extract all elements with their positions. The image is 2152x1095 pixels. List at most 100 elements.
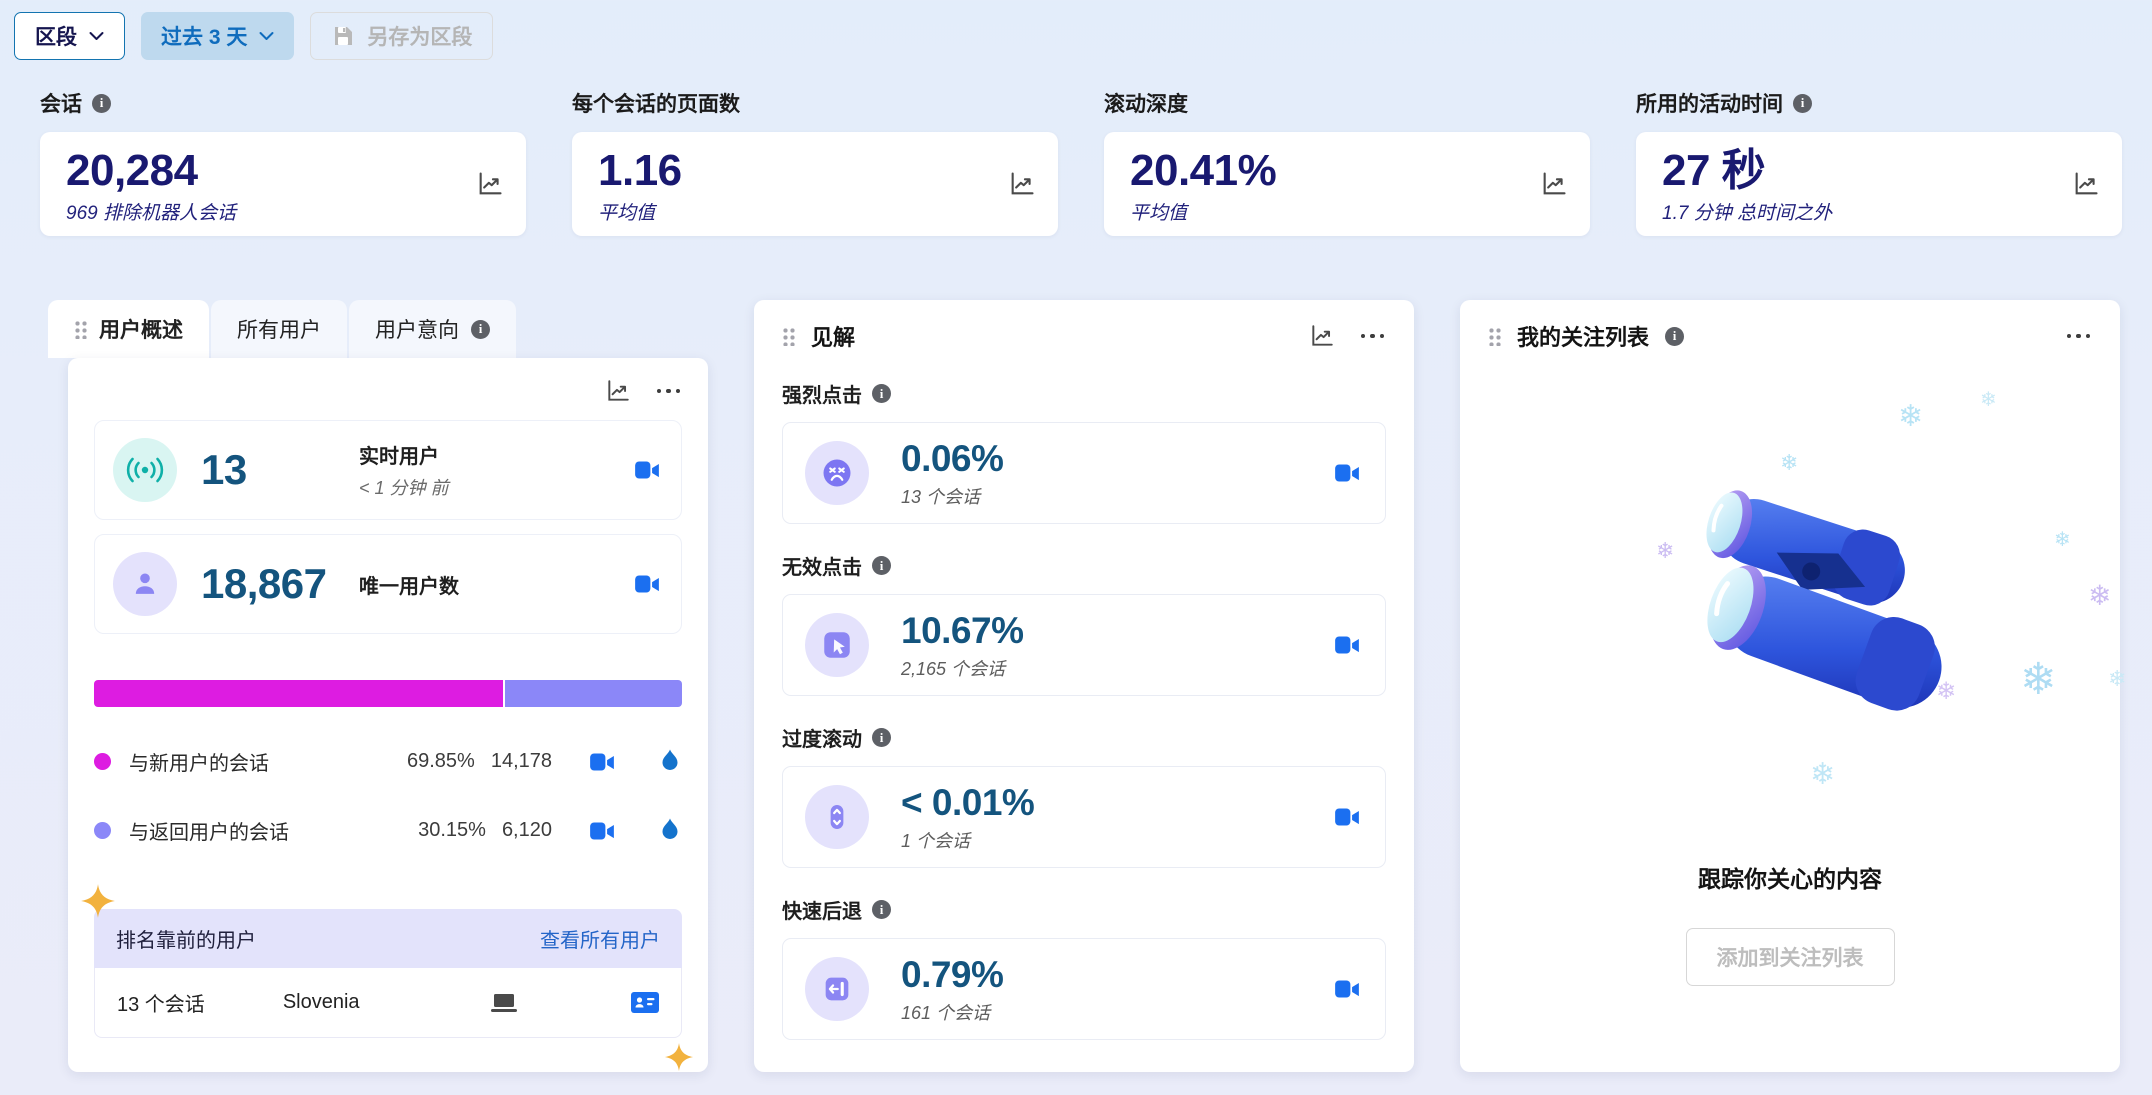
tab-all-users-label: 所有用户 (237, 314, 321, 344)
more-options-icon[interactable] (1359, 328, 1387, 345)
rage-clicks-box: 0.06% 13 个会话 (782, 422, 1386, 524)
heatmap-flame-icon[interactable] (658, 817, 682, 845)
dead-clicks-box: 10.67% 2,165 个会话 (782, 594, 1386, 696)
quick-backs-label: 快速后退 (782, 895, 862, 924)
legend-returning-users: 与返回用户的会话 30.15% 6,120 (94, 816, 682, 845)
info-icon[interactable] (872, 384, 891, 403)
metric-scroll-depth: 滚动深度 20.41% 平均值 (1104, 88, 1590, 236)
sparkle-icon (80, 883, 116, 919)
metric-pages-label: 每个会话的页面数 (572, 88, 740, 118)
top-users-section: 排名靠前的用户 查看所有用户 13 个会话 Slovenia (94, 909, 682, 1038)
contact-card-icon[interactable] (631, 992, 659, 1013)
metric-scroll-value: 20.41% (1130, 147, 1564, 195)
trend-chart-icon[interactable] (1540, 170, 1568, 198)
tab-user-overview[interactable]: 用户概述 (48, 300, 209, 358)
video-recordings-icon[interactable] (586, 749, 618, 775)
metric-scroll-subtitle: 平均值 (1130, 198, 1564, 225)
segment-dropdown-button[interactable]: 区段 (14, 12, 125, 60)
person-icon (113, 552, 177, 616)
watchlist-heading: 跟踪你关心的内容 (1488, 860, 2092, 894)
watchlist-title: 我的关注列表 (1517, 320, 1649, 352)
video-recordings-icon[interactable] (586, 818, 618, 844)
save-icon (331, 24, 355, 48)
live-users-label: 实时用户 (359, 440, 449, 469)
metric-scroll-label: 滚动深度 (1104, 88, 1188, 118)
tab-user-intent-label: 用户意向 (375, 314, 459, 344)
video-recordings-icon[interactable] (1331, 632, 1363, 658)
trend-chart-icon[interactable] (1008, 170, 1036, 198)
trend-chart-icon[interactable] (605, 378, 631, 404)
rage-clicks-label: 强烈点击 (782, 379, 862, 408)
excessive-scrolling-sessions: 1 个会话 (901, 827, 1034, 853)
save-as-segment-button[interactable]: 另存为区段 (310, 12, 493, 60)
more-options-icon[interactable] (655, 383, 683, 400)
toolbar: 区段 过去 3 天 另存为区段 (14, 12, 2152, 60)
dead-clicks-label: 无效点击 (782, 551, 862, 580)
sparkle-icon (664, 1042, 694, 1072)
info-icon[interactable] (92, 94, 111, 113)
video-recordings-icon[interactable] (631, 457, 663, 483)
trend-chart-icon[interactable] (2072, 170, 2100, 198)
date-range-dropdown-button[interactable]: 过去 3 天 (141, 12, 294, 60)
live-users-count: 13 (201, 446, 359, 494)
metric-sessions-value: 20,284 (66, 147, 500, 195)
users-panel: 用户概述 所有用户 用户意向 13 (48, 300, 708, 1072)
drag-handle-icon[interactable] (782, 327, 795, 346)
returning-users-bar-segment (505, 680, 682, 707)
snowflake-icon: ❄ (1810, 760, 1835, 790)
info-icon[interactable] (1665, 327, 1684, 346)
quick-backs-box: 0.79% 161 个会话 (782, 938, 1386, 1040)
video-recordings-icon[interactable] (631, 571, 663, 597)
save-as-segment-label: 另存为区段 (367, 21, 472, 51)
info-icon[interactable] (1793, 94, 1812, 113)
legend-new-users-label: 与新用户的会话 (129, 747, 269, 776)
unique-users-row: 18,867 唯一用户数 (94, 534, 682, 634)
legend-dot (94, 822, 111, 839)
metrics-row: 会话 20,284 969 排除机器人会话 每个会话的页面数 1.16 平均值 … (40, 88, 2122, 236)
binoculars-illustration: ❄ ❄ ❄ ❄ ❄ ❄ ❄ ❄ ❄ ❄ ❄ ❄ (1488, 362, 2092, 832)
info-icon[interactable] (471, 320, 490, 339)
excessive-scrolling-value: < 0.01% (901, 782, 1034, 824)
trend-chart-icon[interactable] (476, 170, 504, 198)
metric-active-time-label: 所用的活动时间 (1636, 88, 1783, 118)
rage-clicks-value: 0.06% (901, 438, 1003, 480)
top-user-row[interactable]: 13 个会话 Slovenia (94, 968, 682, 1038)
snowflake-icon: ❄ (2088, 582, 2111, 610)
legend-returning-users-count: 6,120 (502, 819, 552, 842)
insights-panel: 见解 强烈点击 0.06% 13 个会话 无效点击 (754, 300, 1414, 1072)
info-icon[interactable] (872, 900, 891, 919)
top-user-sessions: 13 个会话 (117, 988, 205, 1017)
unique-users-label: 唯一用户数 (359, 570, 459, 599)
video-recordings-icon[interactable] (1331, 804, 1363, 830)
quick-back-icon (805, 957, 869, 1021)
metric-pages-subtitle: 平均值 (598, 198, 1032, 225)
excessive-scrolling-box: < 0.01% 1 个会话 (782, 766, 1386, 868)
view-all-users-link[interactable]: 查看所有用户 (540, 924, 660, 953)
snowflake-icon: ❄ (2054, 530, 2071, 550)
live-users-row: 13 实时用户 < 1 分钟 前 (94, 420, 682, 520)
info-icon[interactable] (872, 728, 891, 747)
tab-user-intent[interactable]: 用户意向 (349, 300, 516, 358)
quick-backs-sessions: 161 个会话 (901, 999, 1003, 1025)
more-options-icon[interactable] (2065, 328, 2093, 345)
drag-handle-icon[interactable] (1488, 327, 1501, 346)
drag-handle-icon[interactable] (74, 320, 87, 339)
new-vs-returning-bar (94, 680, 682, 707)
legend-dot (94, 753, 111, 770)
info-icon[interactable] (872, 556, 891, 575)
tab-all-users[interactable]: 所有用户 (211, 300, 347, 358)
heatmap-flame-icon[interactable] (658, 748, 682, 776)
trend-chart-icon[interactable] (1309, 323, 1335, 349)
video-recordings-icon[interactable] (1331, 460, 1363, 486)
metric-active-time: 所用的活动时间 27 秒 1.7 分钟 总时间之外 (1636, 88, 2122, 236)
tab-user-overview-label: 用户概述 (99, 314, 183, 344)
main-panels: 用户概述 所有用户 用户意向 13 (48, 300, 2120, 1072)
video-recordings-icon[interactable] (1331, 976, 1363, 1002)
scroll-icon (805, 785, 869, 849)
chevron-down-icon (259, 31, 274, 41)
add-to-watchlist-button[interactable]: 添加到关注列表 (1686, 928, 1895, 986)
rage-clicks-sessions: 13 个会话 (901, 483, 1003, 509)
snowflake-icon: ❄ (1780, 452, 1798, 474)
metric-card: 20.41% 平均值 (1104, 132, 1590, 236)
date-range-label: 过去 3 天 (161, 21, 247, 51)
